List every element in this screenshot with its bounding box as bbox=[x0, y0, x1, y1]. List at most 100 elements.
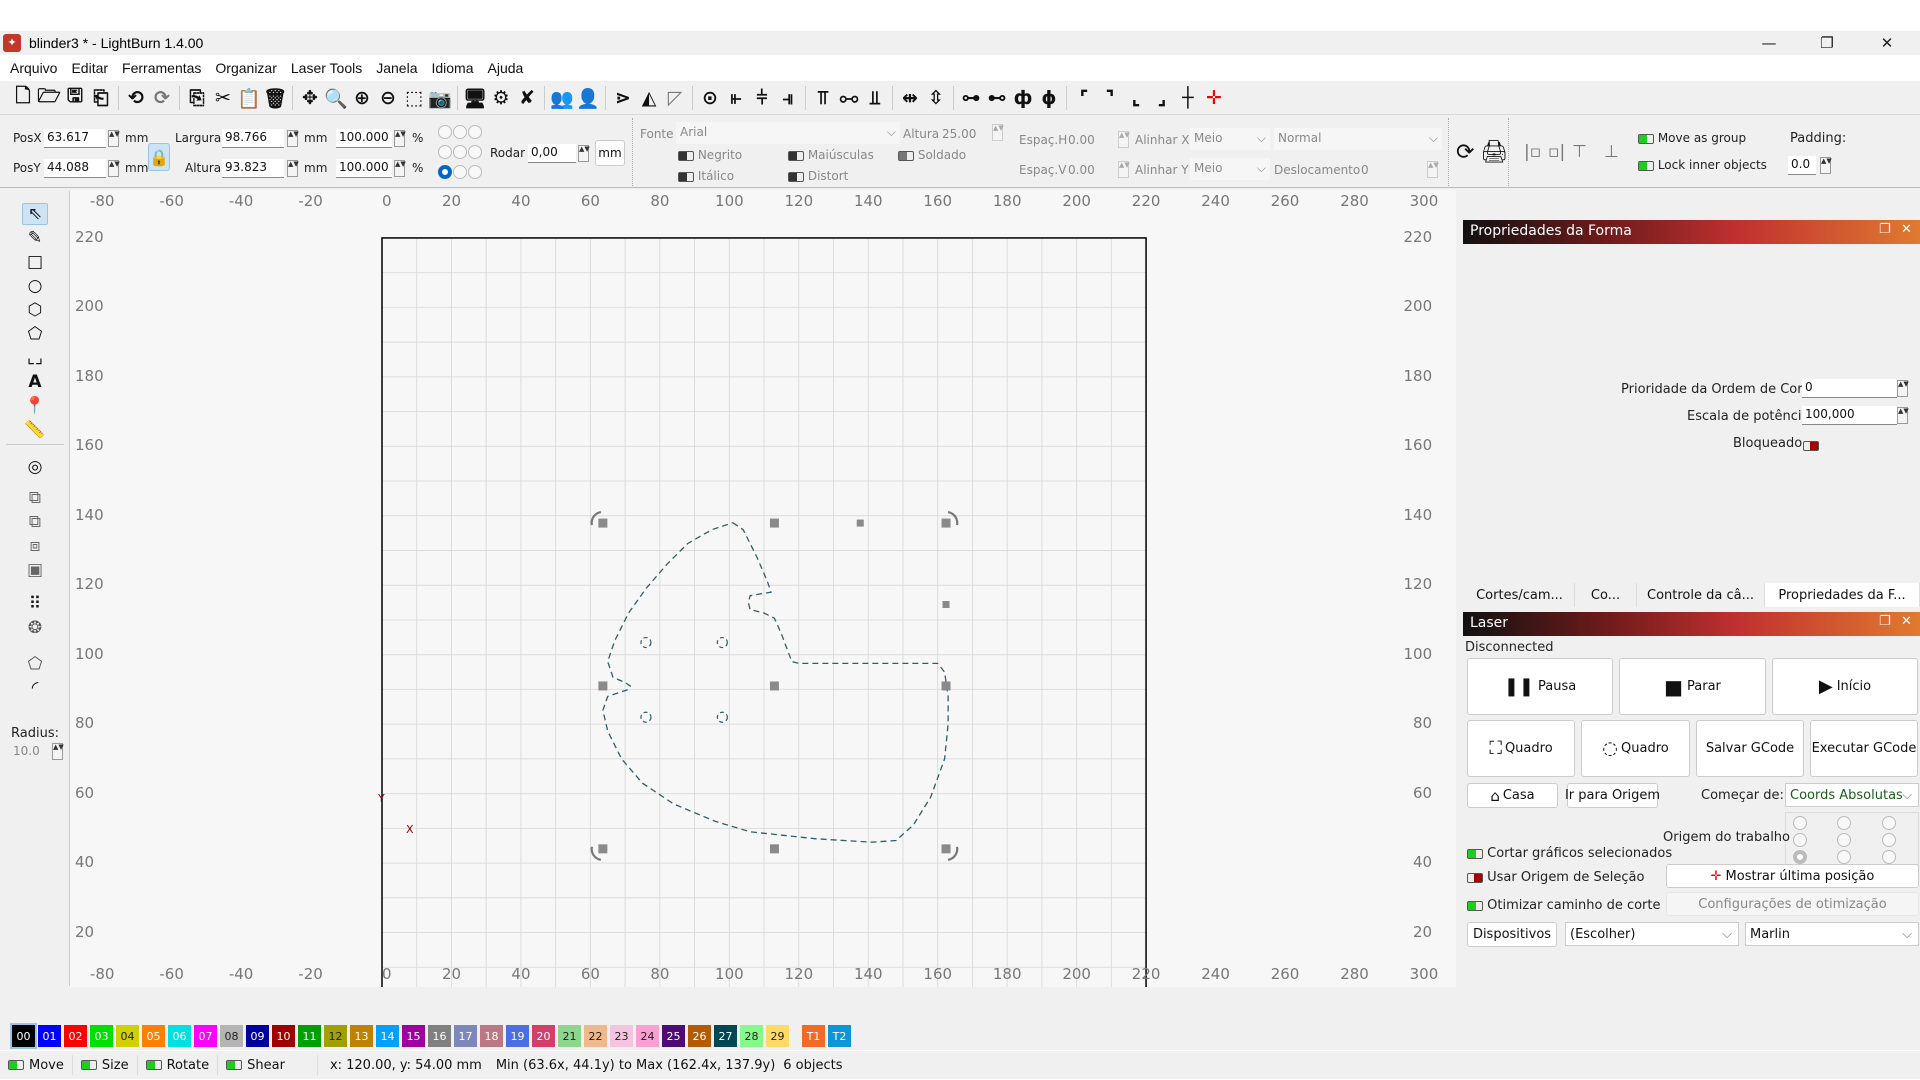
padding-spinner[interactable]: ▲▼ bbox=[1820, 157, 1832, 174]
intersect-tool-icon[interactable]: ▣ bbox=[22, 559, 48, 581]
measure-tool-icon[interactable]: 📏 bbox=[22, 419, 48, 441]
distribute-v-icon[interactable]: ⇳ bbox=[923, 85, 949, 111]
layer-swatch-27[interactable]: 27 bbox=[714, 1025, 737, 1047]
layer-swatch-21[interactable]: 21 bbox=[558, 1025, 581, 1047]
align-right-icon[interactable]: ⫣ bbox=[775, 85, 801, 111]
layer-swatch-20[interactable]: 20 bbox=[532, 1025, 555, 1047]
layer-swatch-28[interactable]: 28 bbox=[740, 1025, 763, 1047]
origin-bottom-right[interactable] bbox=[1882, 850, 1896, 864]
aligny-select[interactable]: Meio ⌵ bbox=[1190, 158, 1270, 180]
run-gcode-button[interactable]: Executar GCode bbox=[1810, 720, 1918, 777]
anchor-middle-right[interactable] bbox=[468, 145, 482, 159]
anchor-top-right[interactable] bbox=[468, 125, 482, 139]
dock-bottom-icon[interactable]: ⊥ bbox=[1604, 142, 1619, 162]
origin-center[interactable] bbox=[1837, 833, 1851, 847]
shear-toggle[interactable]: Shear bbox=[218, 1055, 318, 1075]
move-handle-center[interactable] bbox=[769, 681, 779, 691]
start-from-select[interactable]: Coords Absolutas ⌵ bbox=[1785, 783, 1919, 807]
canvas-svg[interactable] bbox=[70, 190, 1456, 987]
move-together-h-icon[interactable]: ⊶ bbox=[958, 85, 984, 111]
layer-swatch-00[interactable]: 00 bbox=[10, 1023, 37, 1049]
corner-top-left-icon[interactable]: ⌜ bbox=[1071, 85, 1097, 111]
offset-value[interactable]: 0 bbox=[1361, 163, 1369, 177]
width-input[interactable]: 98.766 bbox=[222, 129, 284, 148]
corner-bottom-right-icon[interactable]: ⌟ bbox=[1149, 85, 1175, 111]
center-target-icon[interactable]: ⊙ bbox=[697, 85, 723, 111]
minimize-button[interactable]: — bbox=[1746, 31, 1792, 54]
anchor-top-center[interactable] bbox=[453, 125, 467, 139]
corner-top-right-icon[interactable]: ⌝ bbox=[1097, 85, 1123, 111]
menu-editar[interactable]: Editar bbox=[64, 60, 115, 76]
frame-tool-icon[interactable]: ⌞⌟ bbox=[22, 347, 48, 369]
anchor-bottom-left[interactable] bbox=[438, 165, 452, 179]
grid-array-icon[interactable]: ⠿ bbox=[22, 593, 48, 615]
layer-swatch-12[interactable]: 12 bbox=[324, 1025, 347, 1047]
mirror-icon[interactable]: ◭ bbox=[636, 85, 662, 111]
rotate-toggle[interactable]: Rotate bbox=[138, 1055, 219, 1075]
tab-shape-properties[interactable]: Propriedades da F... bbox=[1765, 583, 1920, 607]
stop-button[interactable]: ■ Parar bbox=[1619, 658, 1766, 715]
origin-middle-right[interactable] bbox=[1882, 833, 1896, 847]
camera-icon[interactable]: 📷 bbox=[427, 85, 453, 111]
layer-swatch-10[interactable]: 10 bbox=[272, 1025, 295, 1047]
close-dock-icon[interactable]: ✕ bbox=[1901, 614, 1912, 629]
device-select[interactable]: (Escolher) ⌵ bbox=[1565, 922, 1739, 946]
frame-rect-button[interactable]: ⛶ Quadro bbox=[1467, 720, 1575, 777]
dock-left-icon[interactable]: |▫ bbox=[1524, 142, 1541, 162]
corner-radius-icon[interactable]: ◜ bbox=[22, 677, 48, 699]
move-as-group-toggle[interactable]: Move as group bbox=[1638, 131, 1746, 145]
layer-swatch-03[interactable]: 03 bbox=[90, 1025, 113, 1047]
scale-height-spinner[interactable]: ▲▼ bbox=[394, 160, 406, 177]
posx-spinner[interactable]: ▲▼ bbox=[108, 130, 120, 147]
zoom-in-icon[interactable]: ⊕ bbox=[349, 85, 375, 111]
start-button[interactable]: ▶ Início bbox=[1772, 658, 1918, 715]
posy-spinner[interactable]: ▲▼ bbox=[108, 160, 120, 177]
offset-tool-icon[interactable]: ◎ bbox=[22, 456, 48, 478]
monitor-icon[interactable]: 🖥 bbox=[462, 85, 488, 111]
home-button[interactable]: ⌂ Casa bbox=[1467, 783, 1558, 808]
align-top-icon[interactable]: ⫪ bbox=[810, 85, 836, 111]
text-style-select[interactable]: Normal ⌵ bbox=[1274, 128, 1442, 150]
scale-handle-top[interactable] bbox=[769, 518, 779, 528]
layer-swatch-14[interactable]: 14 bbox=[376, 1025, 399, 1047]
rotate-handle-top-left[interactable] bbox=[598, 518, 608, 528]
rectangle-tool-icon[interactable]: □ bbox=[22, 251, 48, 273]
zoom-out-icon[interactable]: ⊖ bbox=[375, 85, 401, 111]
rotate-input[interactable]: 0,00 bbox=[528, 144, 576, 163]
edit-nodes-tool-icon[interactable]: ⬠ bbox=[22, 323, 48, 345]
go-to-origin-button[interactable]: Ir para Origem bbox=[1565, 783, 1660, 808]
open-folder-icon[interactable]: 🗁 bbox=[36, 85, 62, 111]
menu-janela[interactable]: Janela bbox=[369, 60, 424, 76]
float-dock-icon[interactable]: ❐ bbox=[1879, 222, 1891, 237]
unit-toggle-button[interactable]: mm bbox=[595, 140, 625, 166]
radius-spinner[interactable]: ▲▼ bbox=[52, 743, 64, 760]
origin-bottom-center[interactable] bbox=[1837, 850, 1851, 864]
convert-path-icon[interactable]: ⬠ bbox=[22, 653, 48, 675]
layer-swatch-17[interactable]: 17 bbox=[454, 1025, 477, 1047]
layer-swatch-T2[interactable]: T2 bbox=[828, 1025, 851, 1047]
menu-idioma[interactable]: Idioma bbox=[424, 60, 480, 76]
tab-console[interactable]: Co... bbox=[1575, 583, 1637, 607]
scale-height-input[interactable]: 100.000 bbox=[336, 159, 392, 178]
optimize-toggle[interactable]: Otimizar caminho de corte bbox=[1467, 898, 1661, 913]
text-height-value[interactable]: 25.00 bbox=[942, 127, 976, 141]
origin-bottom-left[interactable] bbox=[1793, 850, 1807, 864]
power-scale-input[interactable]: 100,000 bbox=[1802, 406, 1897, 425]
menu-ferramentas[interactable]: Ferramentas bbox=[115, 60, 208, 76]
rotate-preview-icon[interactable]: ⟳ bbox=[1456, 140, 1474, 165]
power-scale-spinner[interactable]: ▲▼ bbox=[1897, 407, 1909, 424]
lock-inner-toggle[interactable]: Lock inner objects bbox=[1638, 158, 1767, 172]
weld-tool-icon[interactable]: ⧉ bbox=[22, 487, 48, 509]
posy-input[interactable]: 44.088 bbox=[44, 159, 106, 178]
layer-swatch-29[interactable]: 29 bbox=[766, 1025, 789, 1047]
layer-swatch-06[interactable]: 06 bbox=[168, 1025, 191, 1047]
restore-button[interactable]: ❐ bbox=[1804, 31, 1850, 54]
save-gcode-button[interactable]: Salvar GCode bbox=[1696, 720, 1804, 777]
cut-icon[interactable]: ✂ bbox=[210, 85, 236, 111]
tab-cuts-layers[interactable]: Cortes/cam... bbox=[1465, 583, 1575, 607]
layer-swatch-09[interactable]: 09 bbox=[246, 1025, 269, 1047]
layer-swatch-24[interactable]: 24 bbox=[636, 1025, 659, 1047]
layer-swatch-25[interactable]: 25 bbox=[662, 1025, 685, 1047]
ellipse-tool-icon[interactable]: ○ bbox=[22, 275, 48, 297]
move-toggle[interactable]: Move bbox=[0, 1055, 73, 1075]
